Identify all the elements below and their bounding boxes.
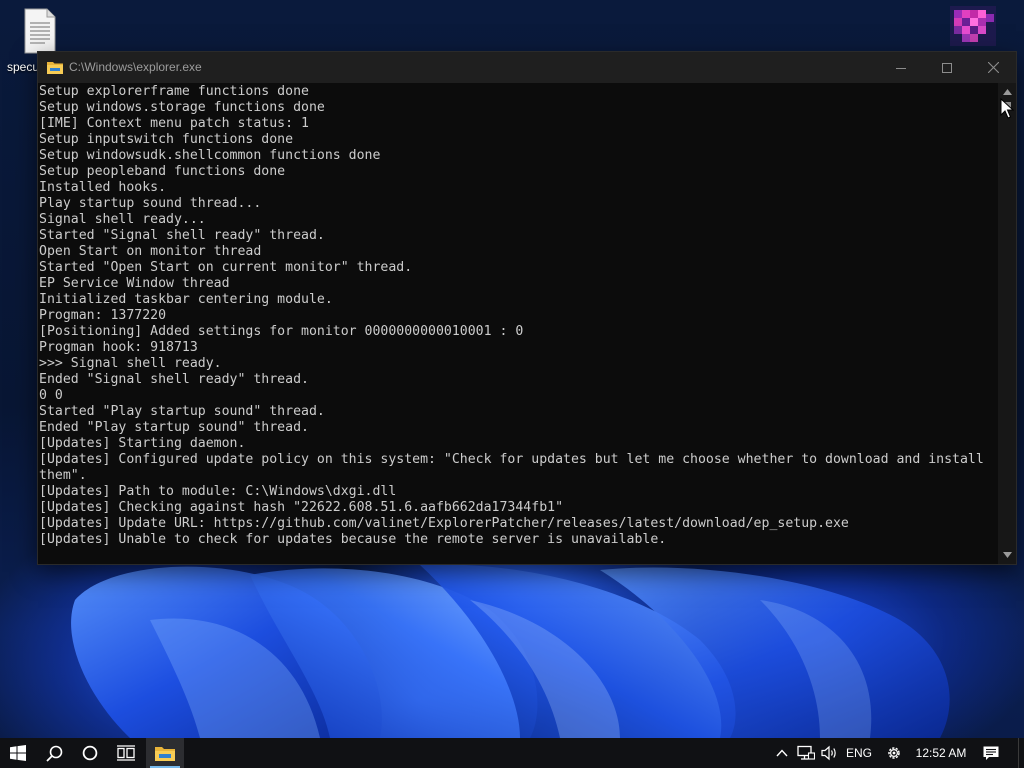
console-line: Started "Signal shell ready" thread. — [39, 228, 325, 243]
folder-icon — [47, 62, 63, 74]
show-desktop-button[interactable] — [1018, 738, 1024, 768]
chevron-down-icon — [1002, 552, 1012, 558]
taskbar-file-explorer[interactable] — [146, 738, 184, 768]
minimize-button[interactable] — [878, 52, 924, 83]
console-line: EP Service Window thread — [39, 276, 230, 291]
notification-icon — [983, 746, 999, 760]
console-line: Setup inputswitch functions done — [39, 132, 294, 147]
document-icon — [24, 8, 56, 54]
search-icon — [45, 745, 62, 762]
console-line: Ended "Signal shell ready" thread. — [39, 372, 309, 387]
cortana-circle-icon — [82, 745, 98, 761]
close-button[interactable] — [970, 52, 1016, 83]
console-line: Progman: 1377220 — [39, 308, 167, 323]
taskbar: ENG 12:52 AM — [0, 738, 1024, 768]
console-line: Progman hook: 918713 — [39, 340, 198, 355]
network-button[interactable] — [794, 738, 818, 768]
search-button[interactable] — [36, 738, 72, 768]
chevron-up-icon — [776, 749, 788, 757]
volume-button[interactable] — [818, 738, 842, 768]
settings-button[interactable] — [880, 738, 908, 768]
console-line: Setup windows.storage functions done — [39, 100, 325, 115]
console-line: Started "Play startup sound" thread. — [39, 404, 325, 419]
input-language-indicator[interactable]: ENG — [842, 738, 876, 768]
console-line: Started "Open Start on current monitor" … — [39, 260, 413, 275]
console-line: [Updates] Path to module: C:\Windows\dxg… — [39, 484, 397, 499]
console-line: [IME] Context menu patch status: 1 — [39, 116, 309, 131]
show-hidden-icons-button[interactable] — [770, 738, 794, 768]
console-line: Setup explorerframe functions done — [39, 84, 309, 99]
console-line: Installed hooks. — [39, 180, 167, 195]
vertical-scrollbar[interactable] — [998, 83, 1016, 564]
console-line: Ended "Play startup sound" thread. — [39, 420, 309, 435]
console-line: Setup windowsudk.shellcommon functions d… — [39, 148, 381, 163]
task-view-icon — [117, 745, 135, 761]
console-line: them". — [39, 468, 87, 483]
console-line: [Updates] Update URL: https://github.com… — [39, 516, 849, 531]
scroll-down-button[interactable] — [998, 546, 1016, 564]
console-line: Open Start on monitor thread — [39, 244, 262, 259]
console-line: [Updates] Starting daemon. — [39, 436, 246, 451]
volume-icon — [821, 745, 836, 761]
window-title-bar[interactable]: C:\Windows\explorer.exe — [38, 52, 1016, 83]
folder-icon — [155, 747, 175, 761]
pixelated-app-icon[interactable] — [950, 6, 996, 46]
chevron-up-icon — [1002, 89, 1012, 95]
console-output-area[interactable]: Setup explorerframe functions done Setup … — [38, 83, 998, 564]
window-title: C:\Windows\explorer.exe — [69, 60, 202, 74]
maximize-button[interactable] — [924, 52, 970, 83]
console-line: [Updates] Configured update policy on th… — [39, 452, 984, 467]
console-output: Setup explorerframe functions done Setup … — [39, 84, 997, 548]
mouse-cursor-icon — [1000, 98, 1014, 119]
console-line: >>> Signal shell ready. — [39, 356, 222, 371]
maximize-icon — [942, 62, 952, 73]
console-line: Setup peopleband functions done — [39, 164, 286, 179]
console-line: Initialized taskbar centering module. — [39, 292, 333, 307]
network-icon — [797, 745, 815, 760]
console-line: Signal shell ready... — [39, 212, 206, 227]
taskbar-clock[interactable]: 12:52 AM — [908, 738, 974, 768]
task-view-button[interactable] — [108, 738, 144, 768]
action-center-button[interactable] — [976, 738, 1006, 768]
cortana-button[interactable] — [72, 738, 108, 768]
console-window[interactable]: C:\Windows\explorer.exe Setup explorerfr… — [38, 52, 1016, 564]
minimize-icon — [896, 67, 906, 69]
close-icon — [987, 62, 999, 73]
console-line: [Updates] Checking against hash "22622.6… — [39, 500, 564, 515]
gear-icon — [888, 747, 900, 759]
console-line: [Updates] Unable to check for updates be… — [39, 532, 667, 547]
console-line: Play startup sound thread... — [39, 196, 262, 211]
start-button[interactable] — [0, 738, 36, 768]
console-line: [Positioning] Added settings for monitor… — [39, 324, 524, 339]
windows-start-icon — [10, 745, 26, 761]
console-line: 0 0 — [39, 388, 63, 403]
